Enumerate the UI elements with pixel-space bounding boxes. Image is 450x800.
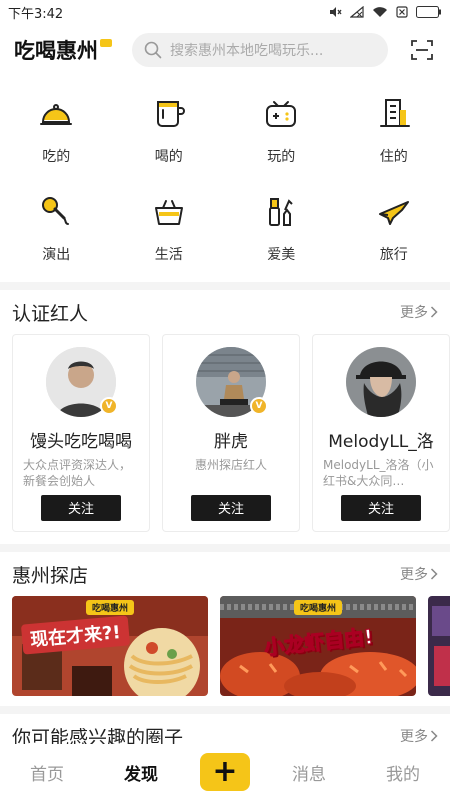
- influencers-title: 认证红人: [12, 302, 89, 325]
- influencer-card[interactable]: V 胖虎 惠州探店红人 关注: [162, 334, 300, 532]
- microphone-icon: [38, 194, 74, 230]
- building-icon: [376, 96, 412, 132]
- verified-badge-icon: V: [250, 397, 268, 415]
- category-play[interactable]: 玩的: [225, 92, 338, 178]
- nav-messages[interactable]: 消息: [274, 760, 344, 785]
- svg-text:吃喝惠州: 吃喝惠州: [14, 39, 98, 63]
- influencer-card[interactable]: V 馒头吃吃喝喝 大众点评资深达人，新餐会创始人 关注: [12, 334, 150, 532]
- influencers-more-link[interactable]: 更多: [400, 302, 438, 322]
- influencer-list: V 馒头吃吃喝喝 大众点评资深达人，新餐会创始人 关注 V 胖虎 惠州探店红人 …: [0, 334, 450, 532]
- banner-tag: 吃喝惠州: [293, 600, 343, 615]
- follow-button[interactable]: 关注: [191, 494, 271, 522]
- banner-tag: 吃喝惠州: [85, 600, 135, 615]
- category-drink[interactable]: 喝的: [113, 92, 226, 178]
- nav-add-button[interactable]: +: [200, 753, 250, 791]
- search-placeholder: 搜索惠州本地吃喝玩乐...: [170, 43, 324, 59]
- nav-mine[interactable]: 我的: [368, 760, 438, 785]
- influencer-desc: 大众点评资深达人，新餐会创始人: [23, 457, 132, 487]
- circles-more-link[interactable]: 更多: [400, 726, 438, 746]
- section-divider: [0, 282, 450, 290]
- section-divider: [0, 706, 450, 714]
- airplane-icon: [376, 194, 412, 230]
- search-icon: [144, 41, 162, 59]
- category-label: 吃的: [42, 149, 71, 165]
- status-bar: 下午3:42: [0, 0, 450, 24]
- influencer-desc: MelodyLL_洛洛（小红书&大众同…: [323, 457, 434, 487]
- nav-home[interactable]: 首页: [12, 760, 82, 785]
- explore-more-link[interactable]: 更多: [400, 564, 438, 584]
- banner-image: [428, 596, 450, 696]
- explore-banner[interactable]: 吃喝惠州 小龙虾自由!: [220, 596, 416, 696]
- category-show[interactable]: 演出: [0, 190, 113, 276]
- category-label: 旅行: [379, 247, 408, 263]
- nav-discover[interactable]: 发现: [106, 760, 176, 785]
- category-label: 住的: [379, 149, 408, 165]
- category-stay[interactable]: 住的: [338, 92, 450, 178]
- follow-button[interactable]: 关注: [41, 494, 121, 522]
- more-label: 更多: [400, 729, 428, 745]
- explore-title: 惠州探店: [12, 564, 89, 587]
- category-label: 玩的: [267, 149, 296, 165]
- avatar-wrap: [346, 347, 416, 417]
- more-label: 更多: [400, 567, 428, 583]
- category-life[interactable]: 生活: [113, 190, 226, 276]
- category-label: 喝的: [154, 149, 183, 165]
- wifi-icon: [373, 7, 387, 17]
- category-beauty[interactable]: 爱美: [225, 190, 338, 276]
- influencer-name: 胖虎: [214, 432, 248, 451]
- influencer-name: 馒头吃吃喝喝: [30, 432, 132, 451]
- category-grid: 吃的 喝的 玩的 住的 演出 生活 爱美 旅行: [0, 76, 450, 282]
- category-eat[interactable]: 吃的: [0, 92, 113, 178]
- chevron-right-icon: [430, 730, 438, 742]
- cloche-icon: [38, 96, 74, 132]
- scan-button[interactable]: [404, 32, 440, 68]
- category-label: 演出: [42, 247, 71, 263]
- gamepad-icon: [263, 96, 299, 132]
- signal-off-icon: [350, 6, 364, 18]
- battery-icon: [416, 6, 441, 18]
- verified-badge-icon: V: [100, 397, 118, 415]
- no-sim-icon: [396, 6, 408, 18]
- explore-banner[interactable]: [428, 596, 450, 696]
- bottom-nav: 首页 发现 + 消息 我的: [0, 744, 450, 800]
- category-label: 爱美: [267, 247, 296, 263]
- influencer-name: MelodyLL_洛: [328, 432, 434, 451]
- cup-icon: [151, 96, 187, 132]
- section-divider: [0, 544, 450, 552]
- more-label: 更多: [400, 305, 428, 321]
- scan-icon: [411, 40, 433, 60]
- category-travel[interactable]: 旅行: [338, 190, 450, 276]
- explore-banners: 吃喝惠州 现在才来?! 吃喝惠州 小龙虾自由!: [0, 596, 450, 696]
- app-header: 吃喝惠州 搜索惠州本地吃喝玩乐...: [0, 24, 450, 76]
- chevron-right-icon: [430, 568, 438, 580]
- chevron-right-icon: [430, 306, 438, 318]
- app-logo[interactable]: 吃喝惠州: [12, 34, 116, 66]
- cosmetics-icon: [263, 194, 299, 230]
- explore-header: 惠州探店 更多: [0, 552, 450, 596]
- basket-icon: [151, 194, 187, 230]
- avatar: [346, 347, 416, 417]
- influencers-header: 认证红人 更多: [0, 290, 450, 334]
- status-time: 下午3:42: [8, 6, 64, 22]
- avatar-wrap: V: [196, 347, 268, 417]
- category-label: 生活: [154, 247, 183, 263]
- search-bar[interactable]: 搜索惠州本地吃喝玩乐...: [132, 33, 388, 67]
- follow-button[interactable]: 关注: [341, 494, 421, 522]
- influencer-desc: 惠州探店红人: [194, 457, 267, 472]
- status-icons: [328, 6, 442, 18]
- mute-icon: [330, 7, 342, 17]
- avatar-wrap: V: [46, 347, 118, 417]
- influencer-card[interactable]: MelodyLL_洛 MelodyLL_洛洛（小红书&大众同… 关注: [312, 334, 450, 532]
- explore-banner[interactable]: 吃喝惠州 现在才来?!: [12, 596, 208, 696]
